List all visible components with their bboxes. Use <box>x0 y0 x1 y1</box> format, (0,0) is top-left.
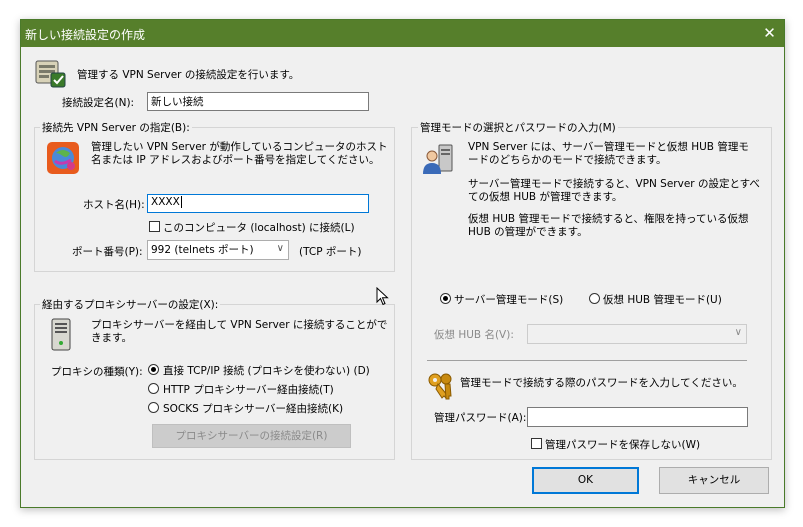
no-save-password-checkbox[interactable] <box>531 438 542 449</box>
proxy-socks-label[interactable]: SOCKS プロキシサーバー経由接続(K) <box>163 401 343 416</box>
server-mode-radio[interactable] <box>440 293 451 304</box>
mouse-pointer-icon <box>376 286 390 307</box>
proxy-socks-radio[interactable] <box>148 402 159 413</box>
setting-name-label: 接続設定名(N): <box>62 97 135 109</box>
admin-para3-line1: 仮想 HUB 管理モードで接続すると、権限を持っている仮想 <box>468 213 749 225</box>
admin-para2-line2: ての仮想 HUB が管理できます。 <box>468 191 623 203</box>
destination-description: 管理したい VPN Server が動作しているコンピュータのホスト 名または … <box>91 141 388 167</box>
admin-para1-line2: ードのどちらかのモードで接続できます。 <box>468 154 667 166</box>
hub-name-label: 仮想 HUB 名(V): <box>434 329 514 341</box>
proxy-settings-button[interactable]: プロキシサーバーの接続設定(R) <box>152 424 351 448</box>
dialog-window: 新しい接続設定の作成 ✕ 管理する VPN Server の接続設定を行います。… <box>20 19 785 508</box>
destination-group-title: 接続先 VPN Server の指定(B): <box>40 120 192 135</box>
localhost-checkbox[interactable] <box>149 221 160 232</box>
destination-description-line1: 管理したい VPN Server が動作しているコンピュータのホスト <box>91 141 388 153</box>
admin-separator <box>427 360 747 361</box>
proxy-type-label: プロキシの種類(Y): <box>51 366 143 378</box>
proxy-description-line2: きます。 <box>91 332 132 344</box>
proxy-description: プロキシサーバーを経由して VPN Server に接続することがで きます。 <box>91 319 387 345</box>
hub-mode-label[interactable]: 仮想 HUB 管理モード(U) <box>603 292 722 307</box>
password-label: 管理パスワード(A): <box>434 412 527 424</box>
server-mode-label[interactable]: サーバー管理モード(S) <box>454 292 563 307</box>
cancel-button[interactable]: キャンセル <box>659 467 769 494</box>
admin-para1: VPN Server には、サーバー管理モードと仮想 HUB 管理モ ードのどち… <box>468 141 749 167</box>
proxy-direct-label[interactable]: 直接 TCP/IP 接続 (プロキシを使わない) (D) <box>163 363 370 378</box>
server-setup-icon <box>33 57 67 89</box>
port-select[interactable]: 992 (telnets ポート) ∨ <box>147 240 289 260</box>
window-title: 新しい接続設定の作成 <box>25 28 146 42</box>
admin-para2-line1: サーバー管理モードで接続すると、VPN Server の設定とすべ <box>468 178 760 190</box>
chevron-down-icon: ∨ <box>734 327 742 338</box>
admin-para3: 仮想 HUB 管理モードで接続すると、権限を持っている仮想 HUB の管理ができ… <box>468 213 749 239</box>
password-input[interactable] <box>527 407 748 427</box>
proxy-group-title: 経由するプロキシサーバーの設定(X): <box>40 297 221 312</box>
no-save-password-label[interactable]: 管理パスワードを保存しない(W) <box>545 437 700 452</box>
host-value: XXXX <box>151 196 180 208</box>
admin-para1-line1: VPN Server には、サーバー管理モードと仮想 HUB 管理モ <box>468 141 749 153</box>
hub-name-select[interactable]: ∨ <box>527 324 747 344</box>
localhost-checkbox-label[interactable]: このコンピュータ (localhost) に接続(L) <box>163 220 355 235</box>
port-label: ポート番号(P): <box>72 246 143 258</box>
admin-user-icon <box>421 142 455 176</box>
ok-button[interactable]: OK <box>532 467 639 494</box>
destination-description-line2: 名または IP アドレスおよびポート番号を指定してください。 <box>91 154 380 166</box>
header-description: 管理する VPN Server の接続設定を行います。 <box>77 69 300 81</box>
proxy-description-line1: プロキシサーバーを経由して VPN Server に接続することがで <box>91 319 388 331</box>
setting-name-input[interactable]: 新しい接続 <box>147 92 369 111</box>
server-tower-icon <box>48 318 74 352</box>
title-bar[interactable]: 新しい接続設定の作成 ✕ <box>21 20 784 47</box>
admin-para2: サーバー管理モードで接続すると、VPN Server の設定とすべ ての仮想 H… <box>468 178 760 204</box>
port-suffix: (TCP ポート) <box>299 246 362 258</box>
keys-icon <box>425 371 457 403</box>
network-globe-icon <box>46 141 80 175</box>
admin-group-title: 管理モードの選択とパスワードの入力(M) <box>418 120 618 135</box>
close-icon[interactable]: ✕ <box>755 20 784 47</box>
chevron-down-icon: ∨ <box>276 243 284 254</box>
host-input[interactable]: XXXX <box>147 194 369 213</box>
proxy-direct-radio[interactable] <box>148 364 159 375</box>
password-prompt: 管理モードで接続する際のパスワードを入力してください。 <box>460 377 743 389</box>
host-label: ホスト名(H): <box>83 199 145 211</box>
port-value: 992 (telnets ポート) <box>151 244 254 256</box>
proxy-http-label[interactable]: HTTP プロキシサーバー経由接続(T) <box>163 382 334 397</box>
proxy-http-radio[interactable] <box>148 383 159 394</box>
admin-para3-line2: HUB の管理ができます。 <box>468 226 588 238</box>
hub-mode-radio[interactable] <box>589 293 600 304</box>
